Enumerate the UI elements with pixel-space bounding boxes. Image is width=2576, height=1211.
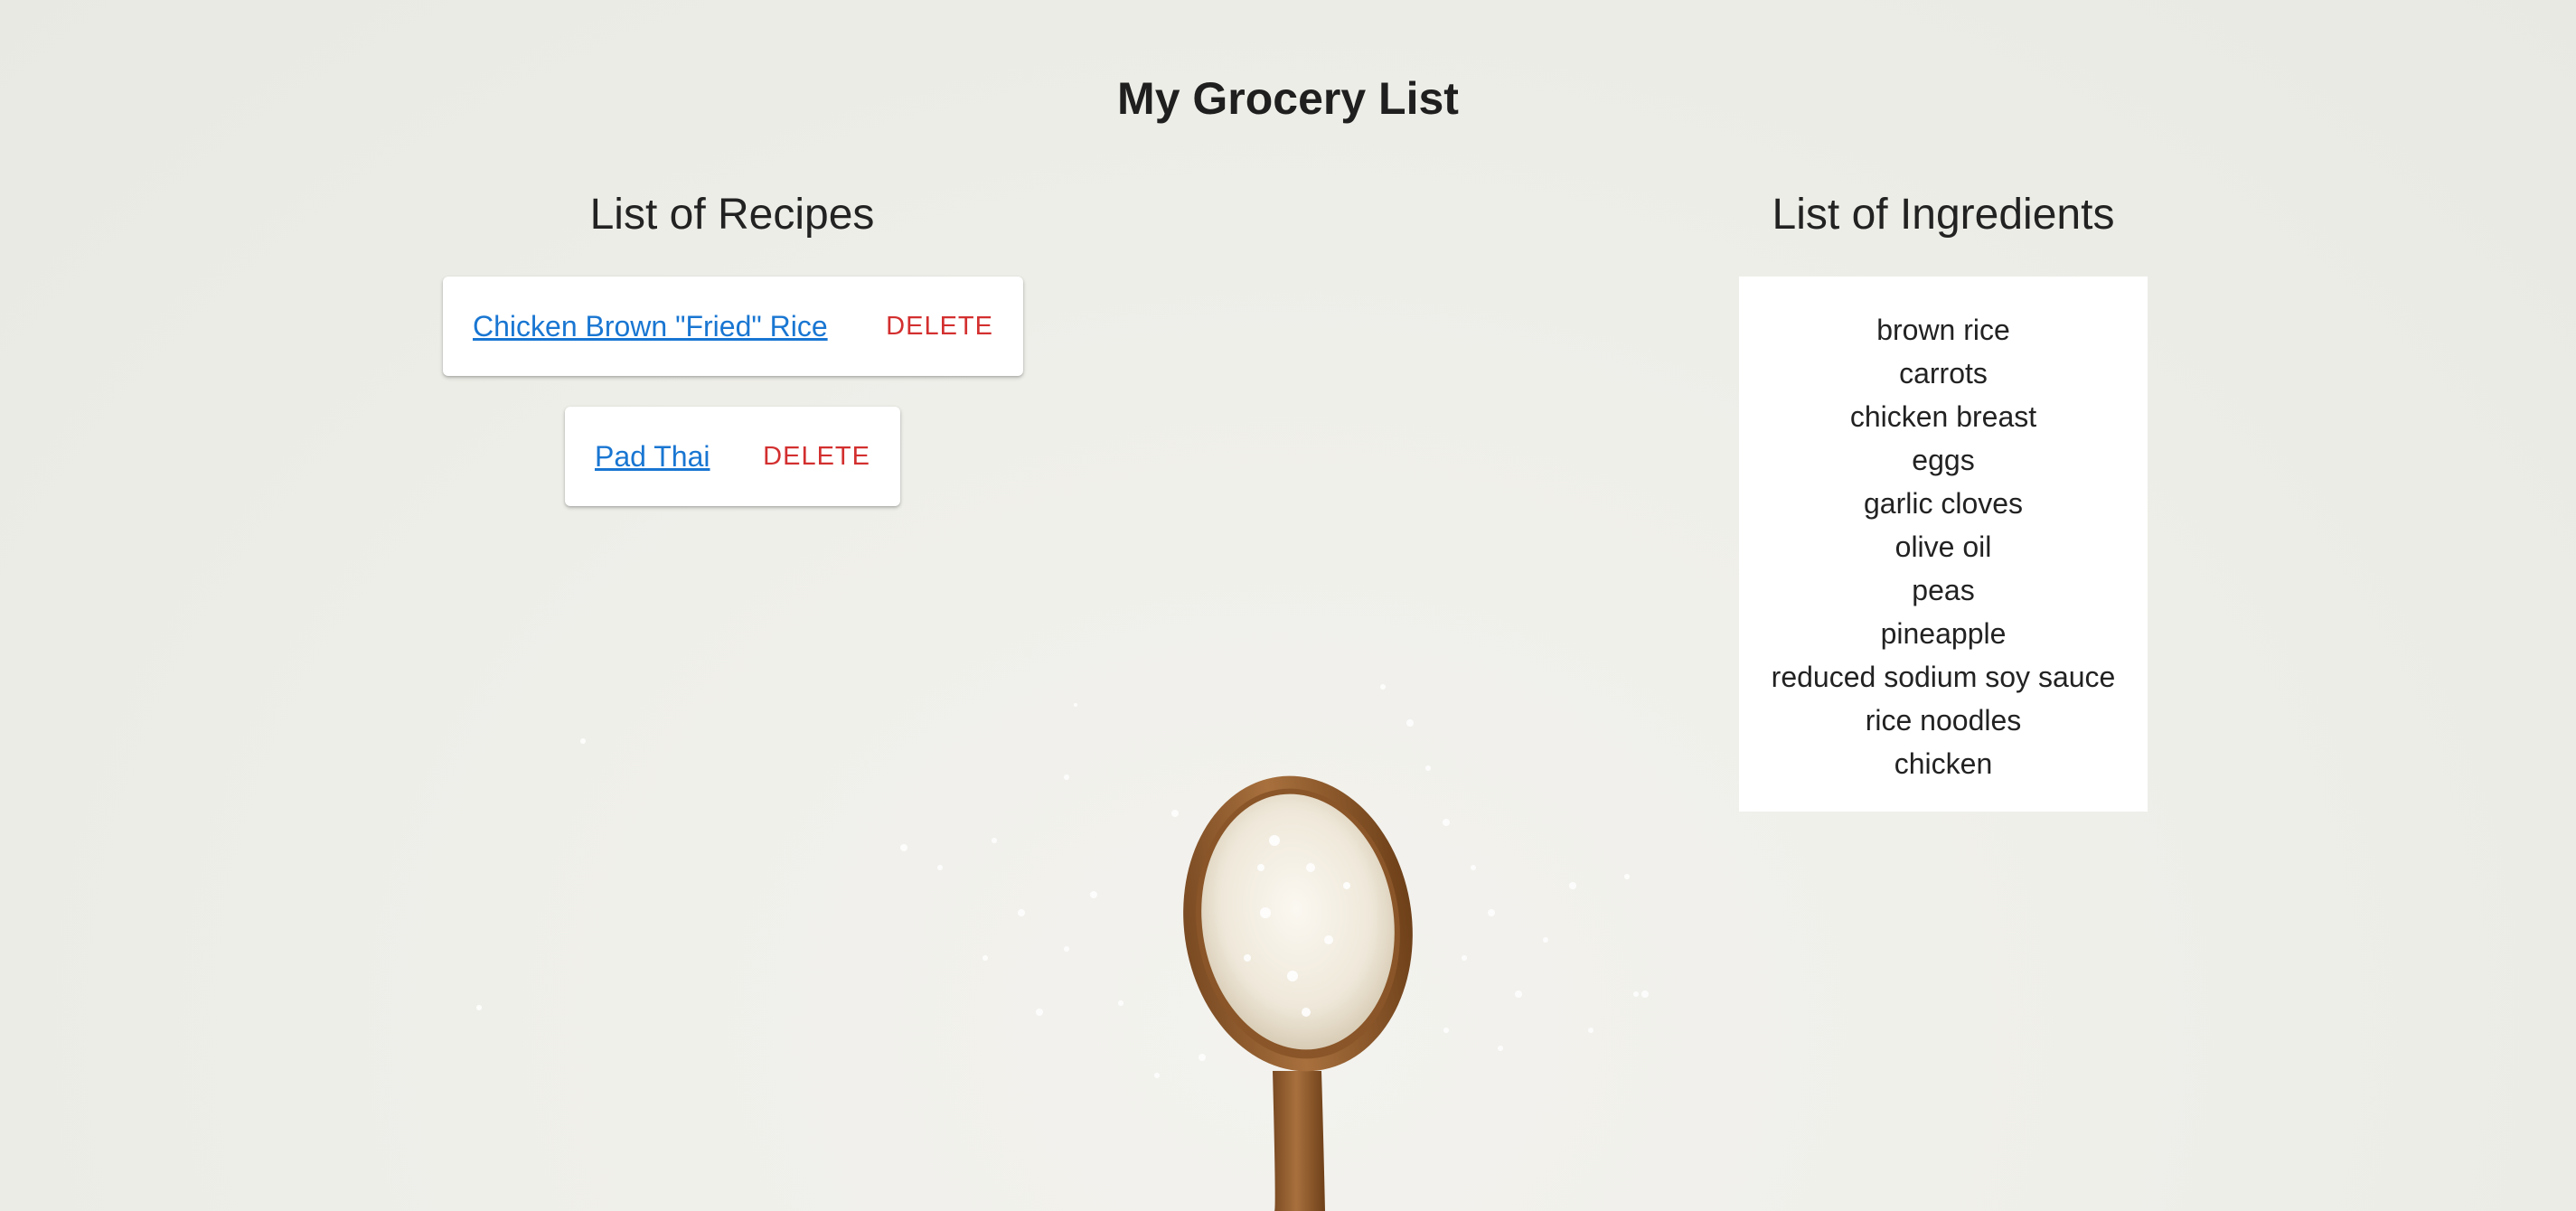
wooden-spoon-with-rice-icon — [476, 684, 1649, 1211]
ingredients-list: brown rice carrots chicken breast eggs g… — [1739, 308, 2148, 785]
ingredient-item: reduced sodium soy sauce — [1771, 661, 2116, 693]
recipe-link[interactable]: Pad Thai — [595, 440, 710, 474]
delete-recipe-button[interactable]: DELETE — [886, 312, 993, 342]
recipe-link[interactable]: Chicken Brown "Fried" Rice — [473, 310, 828, 343]
ingredient-item: peas — [1912, 574, 1975, 606]
recipe-card: Chicken Brown "Fried" Rice DELETE — [443, 277, 1023, 376]
ingredient-item: olive oil — [1894, 530, 1992, 563]
ingredient-item: carrots — [1899, 357, 1988, 390]
recipe-card: Pad Thai DELETE — [565, 407, 900, 506]
ingredients-heading: List of Ingredients — [1772, 191, 2115, 239]
page-title: My Grocery List — [1117, 73, 1459, 124]
ingredient-item: chicken breast — [1849, 400, 2037, 433]
ingredient-item: pineapple — [1880, 617, 2007, 650]
ingredient-item: rice noodles — [1865, 704, 2022, 737]
ingredient-item: brown rice — [1876, 314, 2010, 346]
delete-recipe-button[interactable]: DELETE — [763, 442, 870, 472]
ingredient-item: chicken — [1894, 747, 1993, 780]
ingredient-item: garlic cloves — [1863, 487, 2024, 520]
ingredient-item: eggs — [1912, 444, 1975, 476]
recipes-heading: List of Recipes — [589, 191, 875, 239]
ingredients-list-panel: brown rice carrots chicken breast eggs g… — [1739, 277, 2148, 812]
